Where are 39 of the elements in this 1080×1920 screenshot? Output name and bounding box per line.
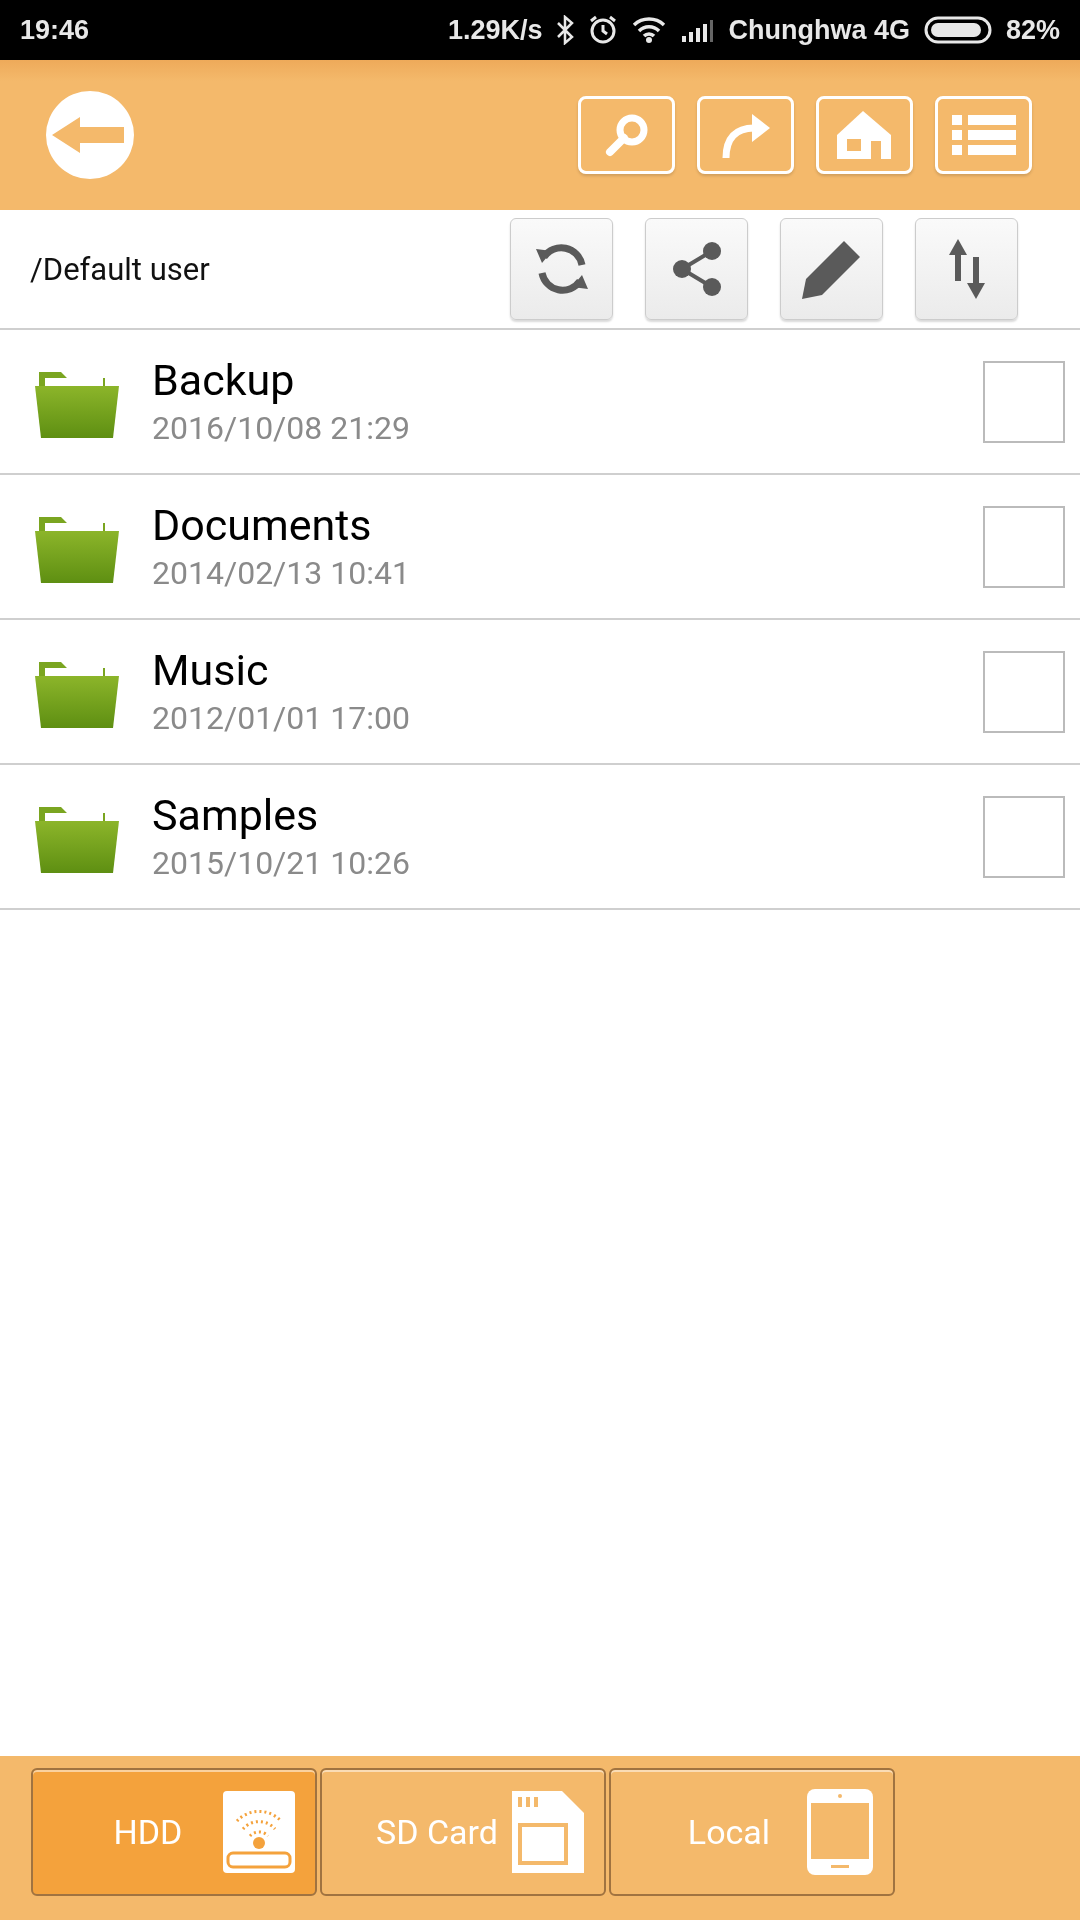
share-button[interactable]: [645, 218, 748, 320]
folder-name: Samples: [152, 788, 320, 841]
refresh-button[interactable]: [510, 218, 613, 320]
select-checkbox[interactable]: [983, 795, 1065, 878]
folder-path: /Default user: [30, 250, 210, 288]
storage-tab[interactable]: HDD: [31, 1768, 317, 1896]
home-button[interactable]: [816, 96, 913, 174]
storage-tab[interactable]: Local: [609, 1768, 895, 1896]
alarm-clock-icon: [588, 15, 619, 45]
search-button[interactable]: [578, 96, 675, 174]
sort-button[interactable]: [915, 218, 1018, 320]
modified-date: 2016/10/08 21:29: [152, 407, 411, 449]
bluetooth-icon: [556, 15, 575, 45]
carrier-name: Chunghwa 4G: [728, 14, 910, 46]
battery-percent: 82%: [1005, 14, 1060, 46]
folder-name: Documents: [152, 498, 373, 551]
select-checkbox[interactable]: [983, 650, 1065, 733]
back-icon[interactable]: [46, 91, 134, 179]
menu-button[interactable]: [935, 96, 1032, 174]
select-checkbox[interactable]: [983, 360, 1065, 443]
folder-name: Backup: [152, 353, 296, 406]
menu-icon: [951, 113, 1016, 157]
network-speed: 1.29K/s: [447, 14, 543, 46]
modified-date: 2012/01/01 17:00: [152, 697, 411, 739]
battery-icon: [923, 16, 992, 44]
status-time: 19:46: [20, 14, 90, 46]
folder-name: Music: [152, 643, 270, 696]
signal-icon: [680, 18, 715, 42]
wifi-icon: [632, 17, 667, 43]
edit-button[interactable]: [780, 218, 883, 320]
sd-card-icon: [512, 1791, 584, 1873]
modified-date: 2015/10/21 10:26: [152, 842, 411, 884]
hard-drive-icon: [223, 1791, 295, 1873]
storage-tab[interactable]: SD Card: [320, 1768, 606, 1896]
modified-date: 2014/02/13 10:41: [152, 552, 411, 594]
select-checkbox[interactable]: [983, 505, 1065, 588]
forward-button[interactable]: [697, 96, 794, 174]
sort-icon: [946, 237, 987, 301]
phone-icon: [807, 1789, 873, 1875]
